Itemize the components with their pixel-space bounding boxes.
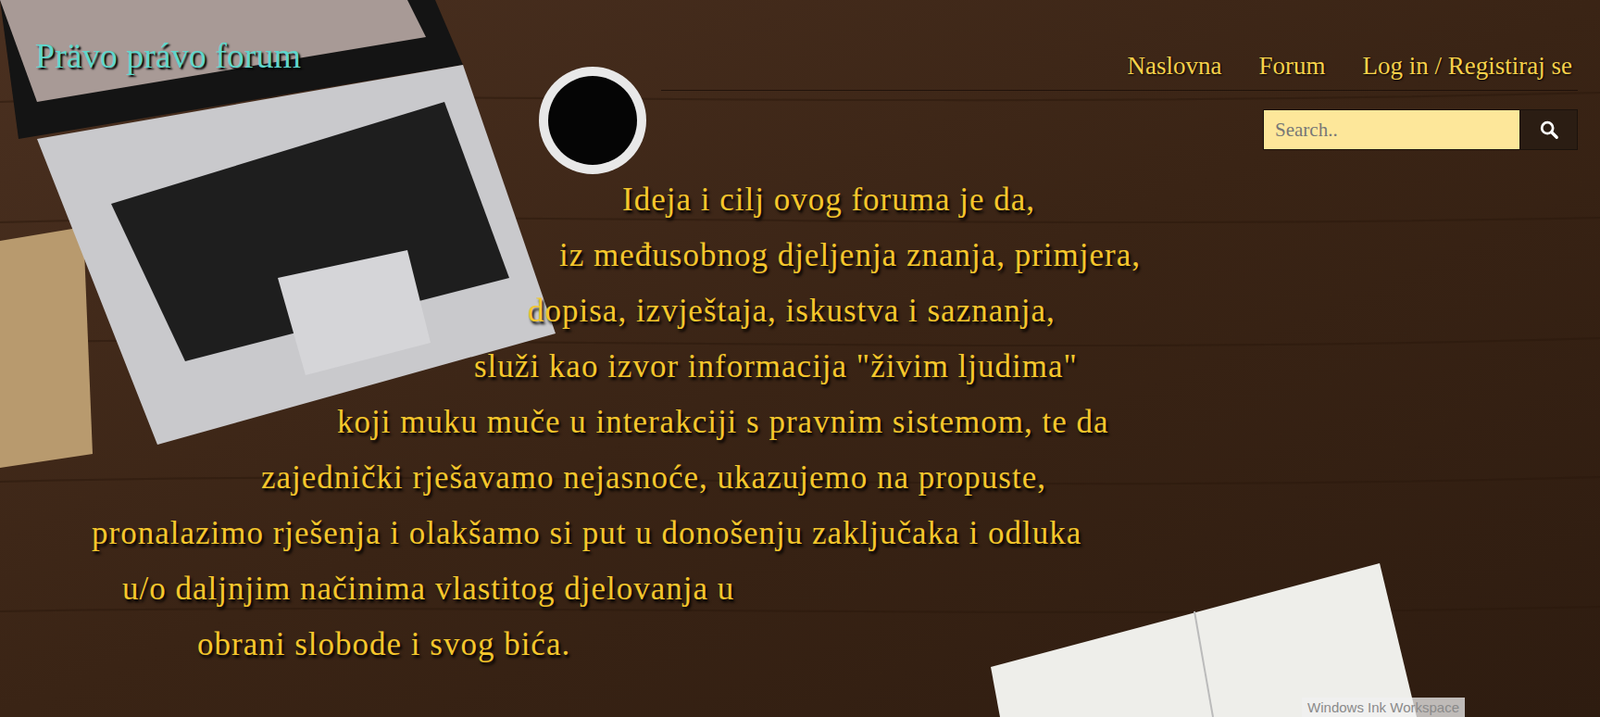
site-title[interactable]: Prävo právo forum (35, 35, 301, 76)
intro-line: zajednički rješavamo nejasnoće, ukazujem… (0, 450, 1600, 506)
nav-link[interactable]: Log in / Registiraj se (1362, 51, 1573, 81)
nav-link[interactable]: Forum (1259, 51, 1326, 81)
header: Prävo právo forum Naslovna Forum Log in / R… (0, 0, 1600, 150)
search-bar (1262, 109, 1578, 150)
header-right: Naslovna Forum Log in / Registiraj se (661, 35, 1578, 150)
intro-text: Ideja i cilj ovog foruma je da,iz međuso… (0, 172, 1600, 673)
search-input[interactable] (1263, 110, 1520, 150)
windows-ink-tooltip: Windows Ink Workspace (1301, 697, 1465, 717)
search-button[interactable] (1519, 110, 1577, 150)
magnifier-icon (1538, 119, 1560, 140)
nav-link[interactable]: Naslovna (1127, 51, 1223, 81)
intro-line: u/o daljnjim načinima vlastitog djelovan… (0, 561, 1600, 617)
intro-line: iz međusobnog djeljenja znanja, primjera… (0, 227, 1600, 284)
intro-line: služi kao izvor informacija "živim ljudi… (0, 338, 1600, 395)
intro-line: dopisa, izvještaja, iskustva i saznanja, (0, 283, 1600, 339)
intro-line: koji muku muče u interakciji s pravnim s… (0, 394, 1600, 450)
intro-line: pronalazimo rješenja i olakšamo si put u… (0, 505, 1600, 562)
main-nav: Naslovna Forum Log in / Registiraj se (661, 35, 1578, 91)
intro-line: obrani slobode i svog bića. (0, 616, 1600, 673)
intro-line: Ideja i cilj ovog foruma je da, (0, 172, 1600, 228)
